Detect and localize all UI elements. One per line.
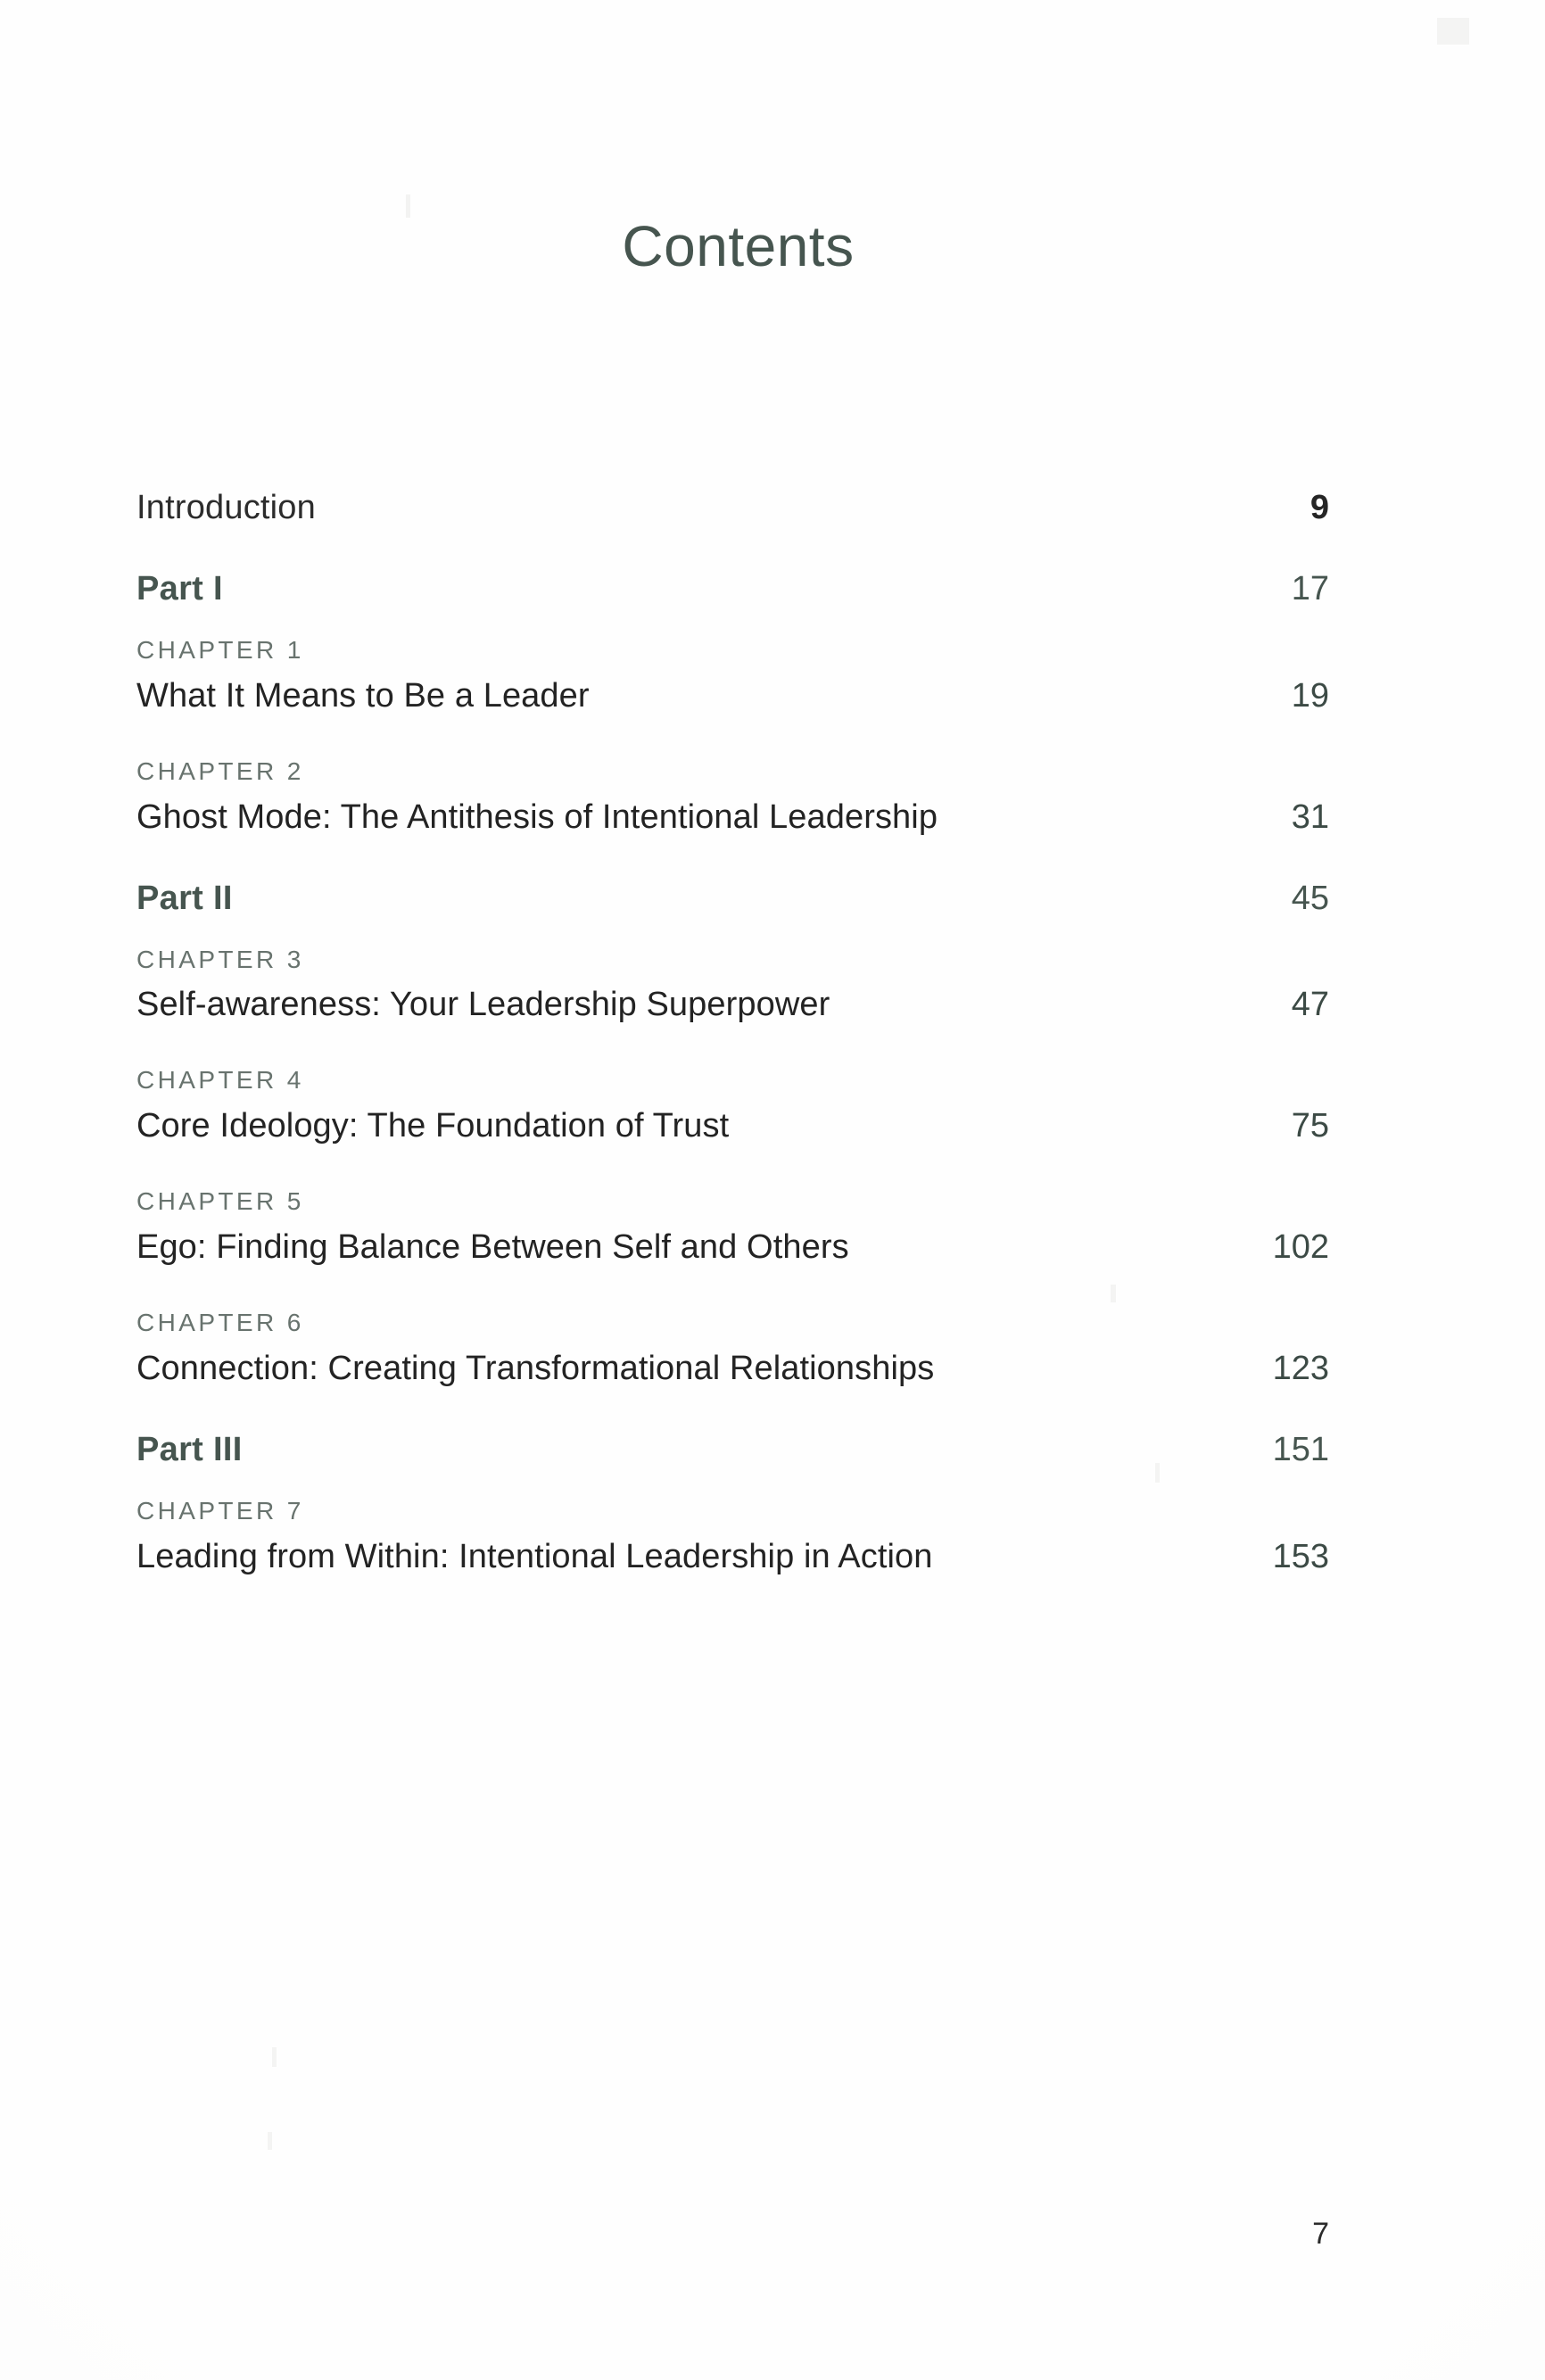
section-title: Introduction bbox=[136, 489, 316, 526]
toc-plain-entry[interactable]: Introduction 9 bbox=[136, 489, 1329, 527]
toc-entry-list: Introduction 9 Part I 17 CHAPTER 1 What It Me… bbox=[136, 489, 1329, 1619]
chapter-kicker-label: CHAPTER 1 bbox=[136, 636, 304, 664]
folio-page-number: 7 bbox=[1312, 2217, 1329, 2251]
chapter-page-number: 19 bbox=[1291, 676, 1329, 715]
toc-chapter-entry[interactable]: CHAPTER 1 What It Means to Be a Leader 19 bbox=[136, 636, 1329, 715]
chapter-kicker-label: CHAPTER 5 bbox=[136, 1187, 304, 1216]
chapter-page-number: 123 bbox=[1272, 1349, 1329, 1387]
chapter-title: Self-awareness: Your Leadership Superpow… bbox=[136, 986, 830, 1024]
scan-speck bbox=[268, 2132, 272, 2150]
toc-row: Ego: Finding Balance Between Self and Ot… bbox=[136, 1228, 1329, 1267]
chapter-title: Leading from Within: Intentional Leaders… bbox=[136, 1537, 933, 1575]
toc-row: Self-awareness: Your Leadership Superpow… bbox=[136, 986, 1329, 1024]
chapter-page-number: 47 bbox=[1291, 986, 1329, 1024]
toc-part-entry[interactable]: Part III 151 bbox=[136, 1431, 1329, 1469]
chapter-title: Connection: Creating Transformational Re… bbox=[136, 1349, 935, 1387]
toc-chapter-entry[interactable]: CHAPTER 6 Connection: Creating Transforma… bbox=[136, 1308, 1329, 1388]
toc-chapter-entry[interactable]: CHAPTER 2 Ghost Mode: The Antithesis of I… bbox=[136, 756, 1329, 837]
part-title: Part II bbox=[136, 879, 233, 917]
chapter-title: Ghost Mode: The Antithesis of Intentiona… bbox=[136, 797, 938, 836]
chapter-page-number: 75 bbox=[1291, 1107, 1329, 1145]
part-title: Part III bbox=[136, 1430, 243, 1468]
chapter-page-number: 153 bbox=[1272, 1537, 1329, 1575]
chapter-kicker-label: CHAPTER 7 bbox=[136, 1496, 304, 1525]
section-page-number: 9 bbox=[1310, 489, 1329, 526]
toc-row: What It Means to Be a Leader 19 bbox=[136, 677, 1329, 715]
chapter-page-number: 102 bbox=[1272, 1227, 1329, 1266]
toc-chapter-entry[interactable]: CHAPTER 4 Core Ideology: The Foundation o… bbox=[136, 1067, 1329, 1145]
toc-row: Connection: Creating Transformational Re… bbox=[136, 1350, 1329, 1388]
toc-row: Core Ideology: The Foundation of Trust 75 bbox=[136, 1107, 1329, 1145]
toc-part-entry[interactable]: Part II 45 bbox=[136, 880, 1329, 918]
chapter-kicker-label: CHAPTER 3 bbox=[136, 945, 304, 973]
toc-page: Contents Introduction 9 Part I 17 CHAPTER 1 W… bbox=[0, 0, 1545, 2380]
chapter-page-number: 31 bbox=[1291, 797, 1329, 836]
scan-speck bbox=[272, 2047, 277, 2067]
chapter-kicker-label: CHAPTER 2 bbox=[136, 756, 304, 785]
toc-chapter-entry[interactable]: CHAPTER 5 Ego: Finding Balance Between Se… bbox=[136, 1187, 1329, 1267]
chapter-title: What It Means to Be a Leader bbox=[136, 676, 590, 715]
part-page-number: 45 bbox=[1291, 879, 1329, 917]
chapter-kicker-label: CHAPTER 4 bbox=[136, 1066, 304, 1095]
toc-chapter-entry[interactable]: CHAPTER 7 Leading from Within: Intentiona… bbox=[136, 1496, 1329, 1576]
chapter-title: Ego: Finding Balance Between Self and Ot… bbox=[136, 1227, 849, 1266]
part-title: Part I bbox=[136, 570, 223, 607]
toc-row: Ghost Mode: The Antithesis of Intentiona… bbox=[136, 798, 1329, 837]
part-page-number: 17 bbox=[1291, 570, 1329, 607]
scan-speck bbox=[1437, 18, 1469, 45]
toc-chapter-entry[interactable]: CHAPTER 3 Self-awareness: Your Leadership… bbox=[136, 946, 1329, 1025]
toc-row: Leading from Within: Intentional Leaders… bbox=[136, 1538, 1329, 1576]
chapter-title: Core Ideology: The Foundation of Trust bbox=[136, 1107, 730, 1145]
toc-part-entry[interactable]: Part I 17 bbox=[136, 570, 1329, 608]
chapter-kicker-label: CHAPTER 6 bbox=[136, 1308, 304, 1336]
page-title: Contents bbox=[622, 213, 855, 278]
part-page-number: 151 bbox=[1272, 1430, 1329, 1468]
